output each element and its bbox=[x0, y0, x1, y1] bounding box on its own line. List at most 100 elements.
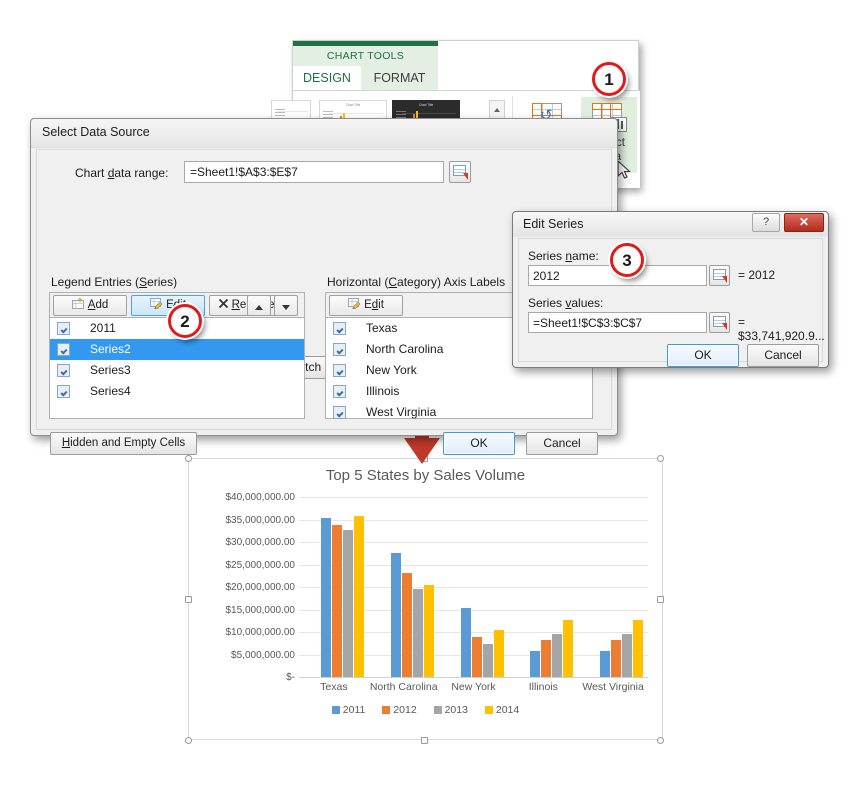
remove-series-button[interactable]: Remove bbox=[209, 295, 283, 316]
bar-2013-west-virginia bbox=[622, 633, 633, 677]
x-axis-category-labels: Texas North Carolina New York Illinois W… bbox=[299, 681, 648, 697]
series-name-range-picker-button[interactable] bbox=[709, 265, 730, 286]
remove-btn-accel: R bbox=[231, 299, 240, 311]
list-item[interactable]: Series4 bbox=[50, 381, 304, 402]
tab-design[interactable]: DESIGN bbox=[293, 66, 361, 91]
range-label-pre: Chart bbox=[75, 166, 108, 180]
bar-2012-north-carolina bbox=[401, 573, 412, 677]
edit-category-labels-button[interactable]: Edit bbox=[329, 295, 403, 316]
bar-2014-west-virginia bbox=[633, 620, 644, 677]
select-data-source-cancel-button[interactable]: Cancel bbox=[526, 432, 598, 455]
chart-data-range-picker-button[interactable] bbox=[449, 161, 471, 183]
move-series-up-button[interactable] bbox=[247, 295, 271, 316]
series-name-label-post: ame: bbox=[572, 249, 599, 263]
x-tick-label: New York bbox=[451, 681, 496, 693]
bar-group-illinois bbox=[508, 497, 578, 677]
add-series-button[interactable]: Add bbox=[53, 295, 127, 316]
bar-2014-new-york bbox=[493, 629, 504, 677]
edit-series-ok-button[interactable]: OK bbox=[667, 344, 739, 367]
add-btn-post: dd bbox=[95, 299, 109, 311]
x-tick-label: North Carolina bbox=[369, 681, 438, 693]
legend-item-label: Series2 bbox=[90, 342, 131, 356]
chart-resize-handle-nw[interactable] bbox=[185, 455, 192, 462]
legend-item-label: Series4 bbox=[90, 384, 131, 398]
checkbox-checked-icon[interactable] bbox=[333, 385, 346, 398]
chart-resize-handle-e[interactable] bbox=[657, 596, 664, 603]
chart-legend: 2011 2012 2013 2014 bbox=[189, 704, 662, 716]
edit-series-title: Edit Series bbox=[523, 217, 584, 231]
hcat-edit-post: it bbox=[378, 299, 384, 311]
chart-resize-handle-sw[interactable] bbox=[185, 737, 192, 744]
legend-item-label: 2011 bbox=[90, 321, 116, 335]
chart-resize-handle-se[interactable] bbox=[657, 737, 664, 744]
bar-2011-texas bbox=[321, 518, 331, 677]
series-values-label-pre: Series bbox=[528, 296, 566, 310]
tab-format[interactable]: FORMAT bbox=[361, 66, 438, 91]
x-tick-label: Texas bbox=[320, 681, 348, 693]
checkbox-checked-icon[interactable] bbox=[333, 343, 346, 356]
edit-series-dialog: Edit Series ? ✕ Series name: = 2012 Seri… bbox=[512, 211, 829, 368]
legend-item-2011: 2011 bbox=[331, 704, 366, 716]
series-name-label-pre: Series bbox=[528, 249, 566, 263]
excel-chart-object[interactable]: Top 5 States by Sales Volume $40,000,000… bbox=[188, 458, 663, 740]
checkbox-checked-icon[interactable] bbox=[57, 364, 70, 377]
legend-swatch-2011 bbox=[331, 706, 340, 714]
checkbox-checked-icon[interactable] bbox=[57, 322, 70, 335]
legend-swatch-2013 bbox=[433, 706, 442, 714]
legend-label-2011: 2011 bbox=[342, 704, 366, 716]
hidden-and-empty-cells-button[interactable]: Hidden and Empty Cells bbox=[50, 432, 197, 455]
legend-label-2013: 2013 bbox=[444, 704, 468, 716]
series-values-result: = $33,741,920.9... bbox=[738, 315, 825, 343]
hcat-item-label: Illinois bbox=[366, 384, 400, 398]
bar-group-west-virginia bbox=[578, 497, 648, 677]
y-tick-label: $- bbox=[286, 672, 295, 683]
series-values-range-picker-button[interactable] bbox=[709, 312, 730, 333]
select-data-source-ok-button[interactable]: OK bbox=[443, 432, 515, 455]
y-tick-label: $5,000,000.00 bbox=[231, 649, 295, 661]
chart-resize-handle-s[interactable] bbox=[421, 737, 428, 744]
series-name-label: Series name: bbox=[528, 249, 599, 263]
series-values-label-post: alues: bbox=[571, 296, 604, 310]
chart-resize-handle-w[interactable] bbox=[185, 596, 192, 603]
list-item[interactable]: Series2 bbox=[50, 339, 304, 360]
checkbox-checked-icon[interactable] bbox=[333, 322, 346, 335]
checkbox-checked-icon[interactable] bbox=[57, 385, 70, 398]
list-item[interactable]: Series3 bbox=[50, 360, 304, 381]
bar-2011-north-carolina bbox=[390, 552, 401, 677]
x-tick-label: West Virginia bbox=[582, 681, 644, 693]
y-tick-label: $15,000,000.00 bbox=[225, 604, 295, 616]
chart-data-range-input[interactable] bbox=[184, 161, 444, 183]
bar-group-new-york bbox=[439, 497, 509, 677]
bar-2012-illinois bbox=[541, 640, 552, 677]
hidden-btn-post: idden and Empty Cells bbox=[70, 437, 186, 449]
list-item[interactable]: West Virginia bbox=[326, 402, 592, 423]
close-x-icon bbox=[218, 297, 229, 309]
bar-2013-illinois bbox=[552, 633, 563, 677]
series-values-input[interactable] bbox=[528, 312, 707, 333]
edit-series-cancel-button[interactable]: Cancel bbox=[747, 344, 819, 367]
y-tick-label: $10,000,000.00 bbox=[225, 627, 295, 638]
edit-series-titlebar[interactable]: Edit Series ? ✕ bbox=[513, 212, 828, 237]
list-item[interactable]: Illinois bbox=[326, 381, 592, 402]
y-tick-label: $20,000,000.00 bbox=[225, 582, 295, 593]
help-icon[interactable]: ? bbox=[752, 213, 780, 232]
hcat-edit-pre: E bbox=[364, 299, 372, 311]
bar-2013-north-carolina bbox=[412, 588, 423, 677]
y-tick-label: $35,000,000.00 bbox=[225, 514, 295, 526]
bar-2012-texas bbox=[332, 525, 342, 677]
select-data-source-titlebar[interactable]: Select Data Source bbox=[31, 119, 617, 148]
callout-badge-1: 1 bbox=[592, 62, 626, 96]
checkbox-checked-icon[interactable] bbox=[57, 343, 70, 356]
hcat-item-label: North Carolina bbox=[366, 342, 444, 356]
chart-resize-handle-ne[interactable] bbox=[657, 455, 664, 462]
bar-group-texas bbox=[299, 497, 369, 677]
x-tick-label: Illinois bbox=[528, 681, 558, 693]
close-icon[interactable]: ✕ bbox=[784, 213, 824, 232]
hcat-item-label: West Virginia bbox=[366, 405, 437, 419]
hcat-item-label: Texas bbox=[366, 321, 398, 335]
hcat-item-label: New York bbox=[366, 363, 417, 377]
move-series-down-button[interactable] bbox=[274, 295, 298, 316]
bar-group-north-carolina bbox=[369, 497, 439, 677]
checkbox-checked-icon[interactable] bbox=[333, 406, 346, 419]
checkbox-checked-icon[interactable] bbox=[333, 364, 346, 377]
